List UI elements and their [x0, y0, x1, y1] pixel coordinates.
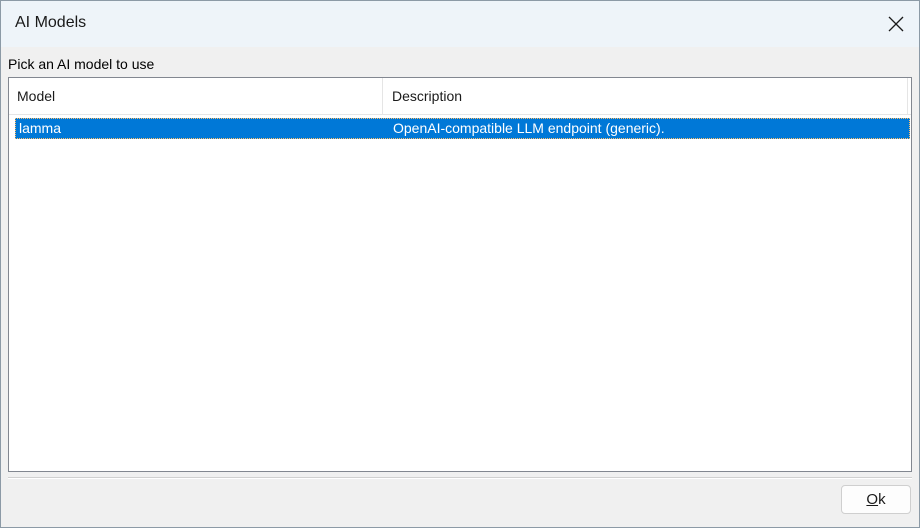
column-header-description[interactable]: Description [384, 78, 908, 114]
model-cell: lamma [19, 120, 62, 136]
window-title: AI Models [15, 14, 87, 31]
list-item[interactable]: lamma OpenAI-compatible LLM endpoint (ge… [15, 118, 910, 139]
close-button[interactable] [873, 1, 919, 47]
ok-mnemonic: O [866, 491, 879, 508]
list-header: Model Description [9, 78, 911, 115]
ok-label-rest: k [878, 491, 886, 508]
ai-models-dialog: AI Models Pick an AI model to use Model … [0, 0, 920, 528]
ok-button[interactable]: Ok [841, 485, 911, 514]
column-header-model[interactable]: Model [9, 78, 383, 114]
models-list[interactable]: Model Description lamma OpenAI-compatibl… [8, 77, 912, 472]
divider [8, 477, 912, 479]
close-icon [888, 16, 904, 32]
title-bar: AI Models [1, 1, 919, 47]
description-cell: OpenAI-compatible LLM endpoint (generic)… [393, 120, 665, 136]
prompt-label: Pick an AI model to use [8, 56, 155, 72]
